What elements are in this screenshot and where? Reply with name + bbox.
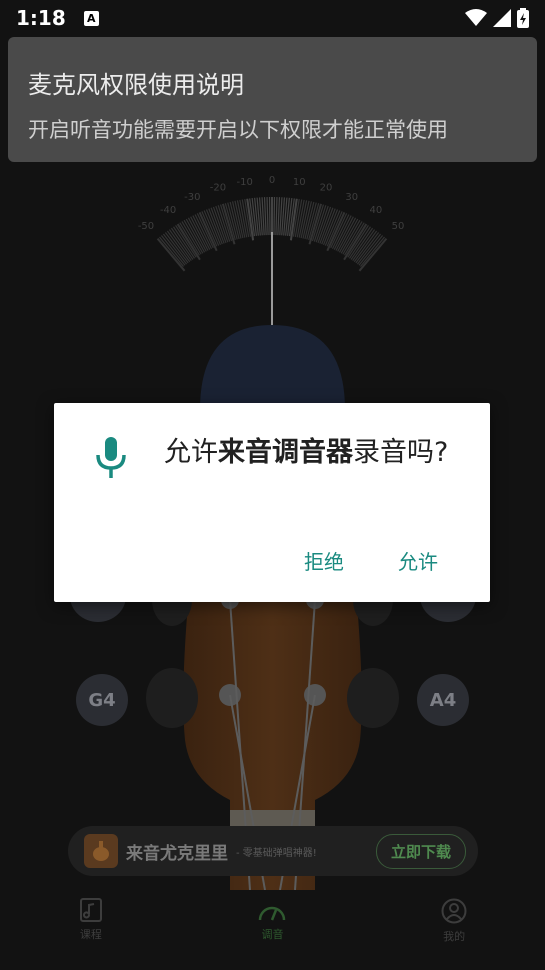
permission-description: 开启听音功能需要开启以下权限才能正常使用 — [28, 118, 448, 142]
gauge-tick-label: 10 — [293, 177, 306, 188]
status-bar: 1:18 A — [0, 0, 545, 36]
permission-title: 麦克风权限使用说明 — [28, 71, 244, 99]
tuner-gauge: -50 -40 -30 -20 -10 0 10 20 30 40 50 — [138, 175, 405, 410]
microphone-icon — [96, 437, 126, 478]
gauge-tick — [263, 197, 267, 236]
nav-label-course: 课程 — [79, 928, 102, 941]
signal-icon — [493, 9, 511, 27]
nav-label-profile: 我的 — [443, 930, 466, 943]
gauge-tick — [273, 197, 276, 236]
gauge-tick — [277, 197, 281, 236]
allow-button[interactable]: 允许 — [398, 546, 438, 575]
note-button-a4[interactable]: A4 — [417, 674, 469, 726]
nav-item-tuner[interactable]: 调音 — [212, 890, 332, 942]
gauge-tick-label: 20 — [320, 183, 333, 194]
gauge-tick-label: 50 — [392, 221, 405, 232]
gauge-tick-label: -10 — [237, 177, 253, 188]
tuner-icon — [259, 906, 286, 921]
download-button[interactable]: 立即下载 — [375, 833, 466, 869]
gauge-tick-label: -40 — [160, 205, 176, 216]
ad-banner[interactable]: 来音尤克里里 - 零基础弹唱神器! 立即下载 — [68, 826, 478, 876]
gauge-tick — [198, 211, 218, 252]
gauge-tick-label: -20 — [210, 183, 226, 194]
ad-title: 来音尤克里里 — [126, 843, 228, 864]
gauge-tick-label: 40 — [369, 205, 382, 216]
gauge-tick — [326, 211, 346, 252]
gauge-tick-label: -30 — [184, 192, 200, 203]
nav-item-profile[interactable]: 我的 — [394, 890, 514, 944]
ad-app-icon — [84, 834, 118, 868]
nav-item-course[interactable]: 课程 — [31, 890, 151, 942]
bottom-nav: 课程 调音 我的 — [0, 890, 545, 970]
nav-label-tuner: 调音 — [261, 928, 284, 941]
course-icon — [79, 898, 102, 922]
gauge-center-dome — [200, 325, 345, 410]
note-button-g4[interactable]: G4 — [76, 674, 128, 726]
gauge-tick — [266, 197, 269, 236]
dialog-app-name: 来音调音器 — [218, 437, 353, 468]
gauge-tick — [268, 197, 271, 236]
profile-icon — [441, 898, 467, 924]
permission-banner: 麦克风权限使用说明 开启听音功能需要开启以下权限才能正常使用 — [8, 37, 537, 162]
permission-dialog: 允许来音调音器录音吗? 拒绝 允许 — [54, 403, 490, 602]
gauge-tick — [275, 197, 278, 236]
notification-icon: A — [83, 10, 99, 26]
deny-button[interactable]: 拒绝 — [304, 546, 344, 575]
dialog-prefix: 允许 — [164, 437, 218, 468]
gauge-tick-label: -50 — [138, 221, 154, 232]
status-time: 1:18 — [16, 6, 66, 30]
battery-icon — [517, 8, 529, 28]
ad-subtitle: - 零基础弹唱神器! — [236, 847, 317, 859]
dialog-suffix: 录音吗? — [353, 437, 449, 468]
gauge-tick-label: 30 — [345, 192, 358, 203]
wifi-icon — [465, 9, 487, 26]
gauge-tick-label: 0 — [269, 175, 275, 186]
dialog-message: 允许来音调音器录音吗? — [164, 429, 464, 477]
